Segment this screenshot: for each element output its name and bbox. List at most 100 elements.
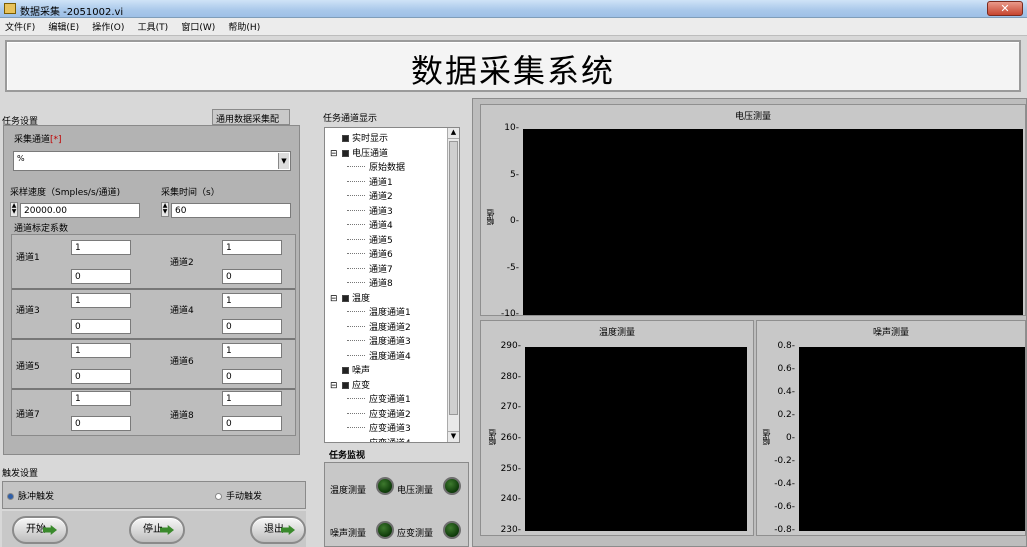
tree-item[interactable]: 通道3 xyxy=(347,204,393,217)
checkbox-icon[interactable] xyxy=(342,367,349,374)
menu-edit[interactable]: 编辑(E) xyxy=(43,18,84,35)
checkbox-icon[interactable] xyxy=(342,381,349,389)
channel-5-coef-b[interactable]: 0 xyxy=(71,369,131,384)
tab-general-daq-config[interactable]: 通用数据采集配置 xyxy=(212,109,290,138)
tree-item[interactable]: 应变通道1 xyxy=(347,392,411,405)
channel-5-label: 通道5 xyxy=(16,362,40,372)
tree-item[interactable]: ⊟ 温度 xyxy=(330,291,370,304)
channel-label-wrap: 采集通道[*] xyxy=(14,132,62,145)
channel-tree[interactable]: 实时显示 ⊟ 电压通道 原始数据 通道1 通道2 通道3 通道4 通道5 通道6 通道7 通道8 ⊟ 温度… xyxy=(324,127,460,443)
y-tick-label: 0- xyxy=(786,433,795,443)
tree-item[interactable]: 应变通道4 xyxy=(347,436,411,443)
trigger-manual-option[interactable]: 手动触发 xyxy=(215,489,262,502)
y-tick-label: 260- xyxy=(500,433,521,443)
tree-item-label: 通道8 xyxy=(369,279,393,289)
tree-item[interactable]: 噪声 xyxy=(330,363,370,376)
channel-2-label: 通道2 xyxy=(170,258,194,268)
channel-2-coef-b[interactable]: 0 xyxy=(222,269,282,284)
close-button[interactable]: ✕ xyxy=(987,1,1023,16)
radio-unselected-icon xyxy=(215,493,222,500)
monitor-label: 任务监视 xyxy=(329,451,366,461)
channel-4-coef-b[interactable]: 0 xyxy=(222,319,282,334)
menu-help[interactable]: 帮助(H) xyxy=(223,18,265,35)
scroll-down-icon[interactable]: ▼ xyxy=(448,431,459,442)
exit-button[interactable]: 退出 xyxy=(250,516,306,544)
channel-3-coef-a[interactable]: 1 xyxy=(71,293,131,308)
tree-item[interactable]: ⊟ 电压通道 xyxy=(330,146,388,159)
channel-prefix: % xyxy=(17,154,25,163)
channel-6-coef-a[interactable]: 1 xyxy=(222,343,282,358)
tree-item[interactable]: 原始数据 xyxy=(347,160,405,173)
tree-item[interactable]: 通道6 xyxy=(347,247,393,260)
tree-item-label: 通道1 xyxy=(369,177,393,188)
time-input[interactable]: 60 xyxy=(171,203,291,218)
voltage-chart: 电压测量 幅值 10- 5- 0- -5- -10- xyxy=(480,104,1026,319)
tree-item[interactable]: 通道7 xyxy=(347,262,393,275)
tree-scrollbar[interactable]: ▲ ▼ xyxy=(447,128,459,442)
channel-1-coef-a[interactable]: 1 xyxy=(71,240,131,255)
menu-operate[interactable]: 操作(O) xyxy=(87,18,129,35)
checkbox-icon[interactable] xyxy=(342,135,349,142)
rate-input[interactable]: 20000.00 xyxy=(20,203,140,218)
radio-selected-icon xyxy=(7,493,14,500)
channel-8-coef-a[interactable]: 1 xyxy=(222,391,282,406)
tree-connector xyxy=(347,398,365,399)
tree-item[interactable]: 温度通道3 xyxy=(347,334,411,347)
menu-tools[interactable]: 工具(T) xyxy=(133,18,174,35)
tree-expander-icon[interactable]: ⊟ xyxy=(330,381,342,391)
channel-3-label: 通道3 xyxy=(16,306,40,316)
noise-plot-area[interactable] xyxy=(799,347,1025,531)
tree-item[interactable]: 温度通道1 xyxy=(347,305,411,318)
menu-file[interactable]: 文件(F) xyxy=(0,18,40,35)
tree-item[interactable]: 通道2 xyxy=(347,189,393,202)
channel-8-coef-b[interactable]: 0 xyxy=(222,416,282,431)
tree-item[interactable]: 实时显示 xyxy=(330,131,388,144)
checkbox-icon[interactable] xyxy=(342,149,349,157)
channel-select[interactable]: % ▼ xyxy=(13,151,291,171)
voltage-plot-area[interactable] xyxy=(523,129,1023,315)
tree-connector xyxy=(347,441,365,442)
start-button[interactable]: 开始 xyxy=(12,516,68,544)
tree-connector xyxy=(347,166,365,167)
chevron-down-icon[interactable]: ▼ xyxy=(278,153,289,169)
tree-item[interactable]: 通道4 xyxy=(347,218,393,231)
channel-6-coef-b[interactable]: 0 xyxy=(222,369,282,384)
tree-item[interactable]: 温度通道4 xyxy=(347,349,411,362)
checkbox-icon[interactable] xyxy=(342,294,349,302)
scroll-up-icon[interactable]: ▲ xyxy=(448,128,459,139)
tree-connector xyxy=(347,427,365,428)
tree-expander-icon[interactable]: ⊟ xyxy=(330,149,342,159)
time-stepper[interactable]: ▲ ▼ xyxy=(161,202,169,217)
channel-4-coef-a[interactable]: 1 xyxy=(222,293,282,308)
tree-item-label: 电压通道 xyxy=(352,148,389,159)
tree-connector xyxy=(347,325,365,327)
channel-7-coef-a[interactable]: 1 xyxy=(71,391,131,406)
monitor-noise-label: 噪声测量 xyxy=(330,529,367,539)
tree-item-label: 应变通道4 xyxy=(369,439,411,443)
y-tick-label: 5- xyxy=(510,169,519,180)
channel-7-coef-b[interactable]: 0 xyxy=(71,416,131,431)
rate-stepper[interactable]: ▲ ▼ xyxy=(10,202,18,217)
tree-item[interactable]: 通道8 xyxy=(347,276,393,289)
trigger-pulse-option[interactable]: 脉冲触发 xyxy=(7,489,54,502)
channel-5-coef-a[interactable]: 1 xyxy=(71,343,131,358)
tree-expander-icon[interactable]: ⊟ xyxy=(330,294,342,304)
tree-connector xyxy=(347,282,365,283)
tree-item[interactable]: 应变通道2 xyxy=(347,407,411,420)
tree-item[interactable]: 通道5 xyxy=(347,233,393,246)
tree-item[interactable]: ⊟ 应变 xyxy=(330,378,370,391)
stop-button[interactable]: 停止 xyxy=(129,516,185,544)
channel-1-coef-b[interactable]: 0 xyxy=(71,269,131,284)
channel-2-coef-a[interactable]: 1 xyxy=(222,240,282,255)
channel-3-coef-b[interactable]: 0 xyxy=(71,319,131,334)
tree-connector xyxy=(347,209,365,211)
tree-item-label: 温度通道3 xyxy=(369,337,411,347)
tree-item[interactable]: 通道1 xyxy=(347,175,393,188)
strain-led-icon xyxy=(443,521,461,539)
tree-item[interactable]: 应变通道3 xyxy=(347,421,411,434)
menu-window[interactable]: 窗口(W) xyxy=(176,18,220,35)
tree-item[interactable]: 温度通道2 xyxy=(347,320,411,333)
scroll-thumb[interactable] xyxy=(449,141,458,415)
temperature-plot-area[interactable] xyxy=(525,347,747,531)
y-tick-label: 280- xyxy=(500,371,521,382)
